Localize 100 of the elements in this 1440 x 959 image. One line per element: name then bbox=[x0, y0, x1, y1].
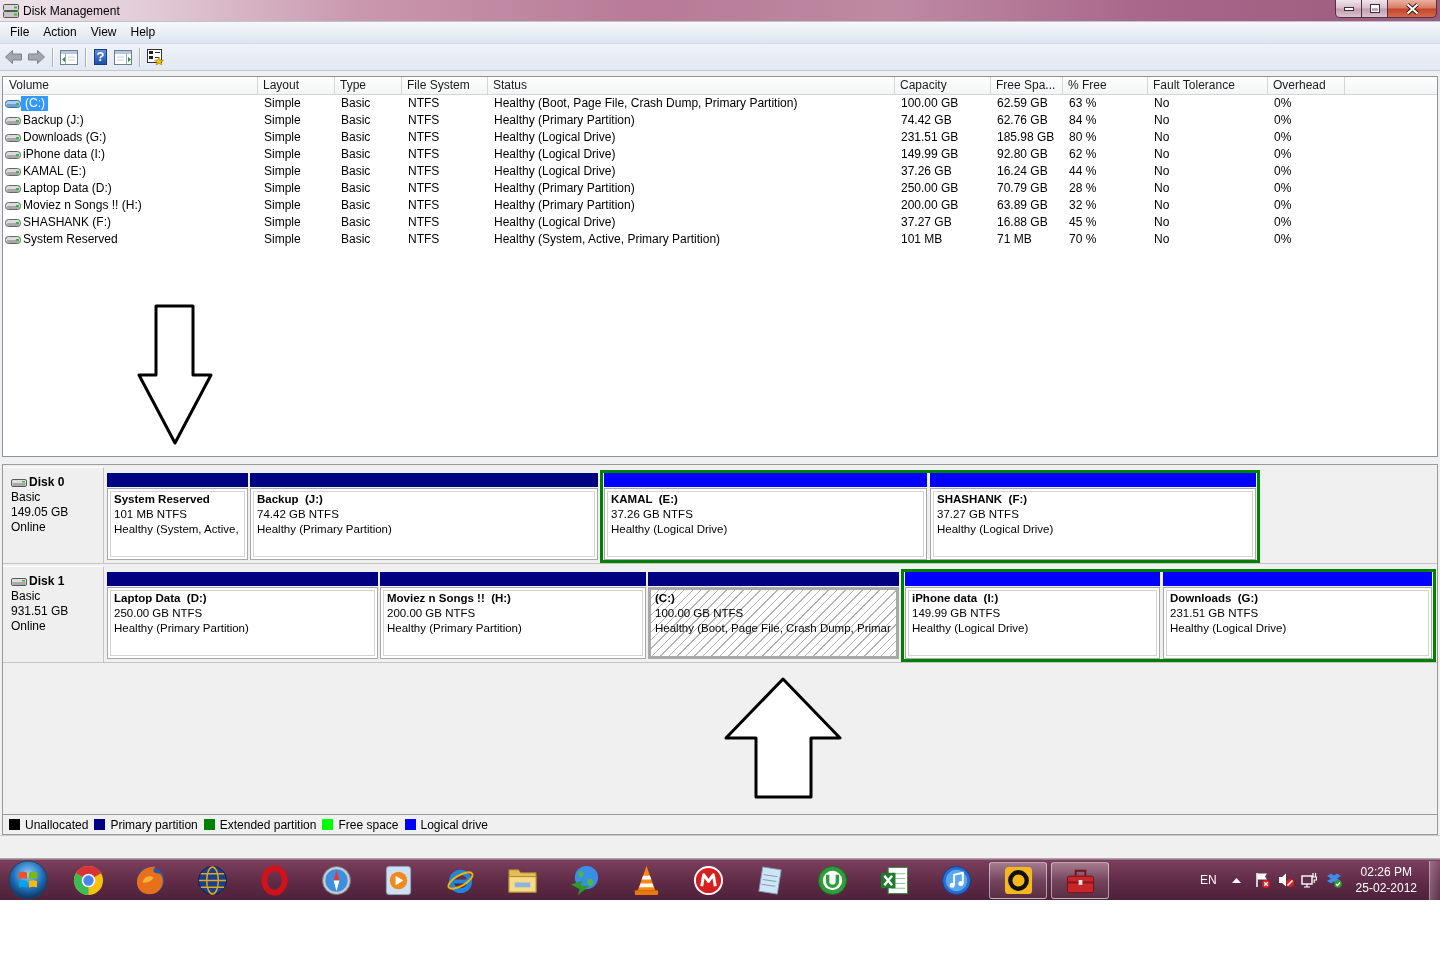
table-cell-text: 70.79 GB bbox=[996, 180, 1049, 197]
column-header[interactable]: % Free bbox=[1063, 77, 1148, 94]
column-header[interactable]: Fault Tolerance bbox=[1148, 77, 1268, 94]
table-cell-text: No bbox=[1153, 197, 1171, 214]
partition-panel[interactable]: System Reserved 101 MB NTFS Healthy (System, Active, bbox=[107, 488, 248, 560]
maximize-icon bbox=[1369, 4, 1380, 13]
partition-status: Healthy (Boot, Page File, Crash Dump, Primar bbox=[655, 621, 892, 636]
column-header[interactable]: Status bbox=[488, 77, 895, 94]
minimize-button[interactable] bbox=[1335, 0, 1362, 18]
help-button[interactable]: ? bbox=[94, 49, 107, 65]
table-cell-text: 250.00 GB bbox=[900, 180, 960, 197]
legend-label: Primary partition bbox=[110, 817, 198, 832]
column-header[interactable]: Volume bbox=[4, 77, 258, 94]
table-cell-text: 74.42 GB bbox=[900, 112, 953, 129]
clock[interactable]: 02:26 PM 25-02-2012 bbox=[1355, 864, 1417, 896]
table-cell-text: Simple bbox=[263, 129, 302, 146]
table-cell-text: Healthy (Logical Drive) bbox=[493, 163, 617, 180]
network-globe-icon[interactable] bbox=[196, 864, 228, 896]
extended-partition[interactable]: iPhone data (I:) 149.99 GB NTFS Healthy (Logical Drive) Downloads (G:) 231.51 GB NTFS Healthy (Logical Drive) bbox=[901, 569, 1436, 662]
partition-name: Downloads (G:) bbox=[1170, 591, 1260, 606]
spreadsheet-icon[interactable] bbox=[878, 864, 910, 896]
column-header[interactable]: File System bbox=[402, 77, 488, 94]
table-cell-text: 149.99 GB bbox=[900, 146, 960, 163]
globe-arrow-icon[interactable] bbox=[568, 864, 600, 896]
column-header[interactable]: Layout bbox=[258, 77, 335, 94]
maximize-button[interactable] bbox=[1362, 0, 1388, 18]
list-item-label[interactable]: System Reserved bbox=[21, 232, 120, 247]
table-cell-text: No bbox=[1153, 214, 1171, 231]
flag-icon[interactable] bbox=[1253, 872, 1270, 888]
list-item-label[interactable]: SHASHANK (F:) bbox=[21, 215, 113, 230]
partition-size: 37.26 GB NTFS bbox=[611, 507, 694, 522]
column-header[interactable]: Free Spa... bbox=[991, 77, 1063, 94]
speaker-icon[interactable] bbox=[1277, 872, 1294, 888]
column-header[interactable]: Type bbox=[335, 77, 402, 94]
down-arrow-icon bbox=[137, 304, 214, 446]
table-cell-text: Basic bbox=[340, 95, 372, 112]
list-item-label[interactable]: Backup (J:) bbox=[21, 113, 86, 128]
drive-icon bbox=[5, 115, 21, 126]
close-icon bbox=[1405, 2, 1419, 15]
table-cell-text: Simple bbox=[263, 197, 302, 214]
table-cell-text: NTFS bbox=[407, 95, 441, 112]
back-arrow-icon[interactable] bbox=[5, 50, 22, 64]
table-cell-text: No bbox=[1153, 95, 1171, 112]
partition-name: SHASHANK (F:) bbox=[937, 492, 1029, 507]
start-button[interactable] bbox=[8, 860, 48, 900]
round-emblem-icon[interactable] bbox=[692, 864, 724, 896]
pane-toggle-icon[interactable] bbox=[114, 49, 132, 65]
fox-globe-icon[interactable] bbox=[134, 864, 166, 896]
partition-size: 149.99 GB NTFS bbox=[912, 606, 1002, 621]
list-item-label[interactable]: iPhone data (I:) bbox=[21, 147, 108, 162]
partition-panel[interactable]: Laptop Data (D:) 250.00 GB NTFS Healthy (Primary Partition) bbox=[107, 587, 378, 659]
menu-item[interactable]: View bbox=[83, 23, 124, 42]
drive-icon bbox=[5, 98, 21, 109]
network-icon[interactable] bbox=[1300, 872, 1317, 888]
taskbar-button[interactable] bbox=[989, 861, 1047, 899]
caret-up-icon[interactable] bbox=[1231, 877, 1241, 883]
partition-status: Healthy (System, Active, bbox=[114, 522, 240, 537]
partition-name: Backup (J:) bbox=[257, 492, 324, 507]
partition-panel[interactable]: iPhone data (I:) 149.99 GB NTFS Healthy (Logical Drive) bbox=[905, 587, 1160, 659]
table-cell-text: Simple bbox=[263, 95, 302, 112]
partition-size: 37.27 GB NTFS bbox=[937, 507, 1020, 522]
extended-partition[interactable]: KAMAL (E:) 37.26 GB NTFS Healthy (Logical Drive) SHASHANK (F:) 37.27 GB NTFS Healthy (Logical Drive) bbox=[600, 470, 1260, 563]
list-item-label[interactable]: Laptop Data (D:) bbox=[21, 181, 114, 196]
table-cell-text: Basic bbox=[340, 214, 372, 231]
forward-arrow-icon[interactable] bbox=[28, 50, 45, 64]
pane-toggle-icon[interactable] bbox=[60, 49, 78, 65]
list-item-label[interactable]: KAMAL (E:) bbox=[21, 164, 88, 179]
partition-size: 101 MB NTFS bbox=[114, 507, 188, 522]
compass-icon[interactable] bbox=[320, 864, 352, 896]
taskbar-button[interactable] bbox=[1051, 861, 1109, 899]
drive-icon bbox=[5, 200, 21, 211]
legend-label: Extended partition bbox=[219, 817, 317, 832]
column-header[interactable]: Overhead bbox=[1268, 77, 1345, 94]
partition-status: Healthy (Primary Partition) bbox=[387, 621, 523, 636]
partition-panel[interactable]: SHASHANK (F:) 37.27 GB NTFS Healthy (Logical Drive) bbox=[930, 488, 1256, 560]
disk-name: Disk 0 bbox=[29, 475, 65, 490]
table-cell-text: 0% bbox=[1273, 129, 1293, 146]
menu-item[interactable]: File bbox=[3, 23, 37, 42]
partition-panel[interactable]: Moviez n Songs !! (H:) 200.00 GB NTFS Healthy (Primary Partition) bbox=[380, 587, 646, 659]
table-cell-text: Simple bbox=[263, 146, 302, 163]
music-note-icon[interactable] bbox=[940, 864, 972, 896]
partition-panel[interactable]: Backup (J:) 74.42 GB NTFS Healthy (Primary Partition) bbox=[250, 488, 598, 560]
column-header[interactable]: Capacity bbox=[895, 77, 991, 94]
disc-emblem-icon[interactable] bbox=[816, 864, 848, 896]
table-cell-text: 28 % bbox=[1068, 180, 1098, 197]
table-cell-text: NTFS bbox=[407, 129, 441, 146]
box-check-icon[interactable] bbox=[1325, 872, 1342, 888]
partition-panel[interactable]: (C:) 100.00 GB NTFS Healthy (Boot, Page File, Crash Dump, Primar bbox=[648, 587, 899, 659]
show-desktop-button[interactable] bbox=[1429, 860, 1440, 900]
partition-panel[interactable]: Downloads (G:) 231.51 GB NTFS Healthy (Logical Drive) bbox=[1163, 587, 1432, 659]
list-item-label[interactable]: Downloads (G:) bbox=[21, 130, 109, 145]
menu-item[interactable]: Action bbox=[36, 23, 84, 42]
list-item-label[interactable]: Moviez n Songs !! (H:) bbox=[21, 198, 144, 213]
window-title: Disk Management bbox=[23, 3, 120, 18]
language-indicator[interactable]: EN bbox=[1199, 873, 1217, 887]
close-button[interactable] bbox=[1388, 0, 1437, 18]
segmented-circle-icon[interactable] bbox=[72, 864, 104, 896]
partition-panel[interactable]: KAMAL (E:) 37.26 GB NTFS Healthy (Logical Drive) bbox=[604, 488, 927, 560]
table-cell-text: 71 MB bbox=[996, 231, 1033, 248]
menu-item[interactable]: Help bbox=[123, 23, 163, 42]
